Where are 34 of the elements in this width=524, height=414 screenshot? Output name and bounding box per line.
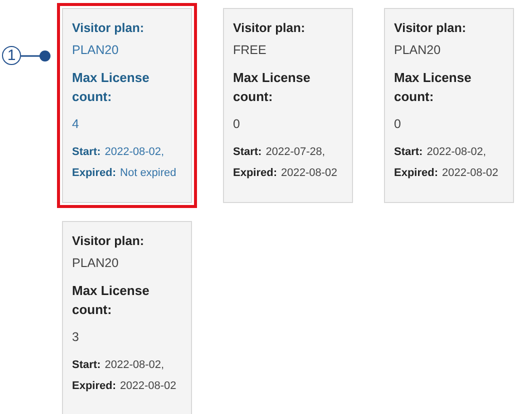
expired-label: Expired: [72,380,116,392]
expired-value: 2022-08-02 [281,167,338,179]
expired-value: 2022-08-02 [442,167,498,179]
plan-label: Visitor plan: [394,21,466,35]
plan-value: PLAN20 [394,42,441,59]
start-label: Start: [72,359,101,371]
plan-value: FREE [233,42,266,59]
plan-value: PLAN20 [72,255,119,272]
start-label: Start: [394,146,423,158]
plan-label: Visitor plan: [72,21,144,35]
count-value: 0 [233,116,240,133]
plan-value: PLAN20 [72,42,119,59]
start-label: Start: [233,146,262,158]
callout-number: 1 [2,46,21,65]
count-label: Max License count: [72,69,150,106]
expired-value: 2022-08-02 [120,380,176,392]
start-date: 2022-08-02, [104,359,164,371]
expired-label: Expired: [233,167,278,179]
plan-label: Visitor plan: [233,21,306,35]
count-value: 4 [72,116,79,133]
count-value: 3 [72,329,79,346]
count-label: Max License count: [72,282,150,319]
count-label: Max License count: [233,69,312,106]
start-date: 2022-08-02, [426,146,486,158]
expired-label: Expired: [394,167,438,179]
count-value: 0 [394,116,401,133]
expired-value: Not expired [120,167,176,179]
count-label: Max License count: [394,69,472,106]
start-date: 2022-07-28, [266,146,326,158]
start-label: Start: [72,146,101,158]
expired-label: Expired: [72,167,116,179]
start-date: 2022-08-02, [104,146,164,158]
leader-line [21,50,51,62]
plan-label: Visitor plan: [72,234,144,248]
